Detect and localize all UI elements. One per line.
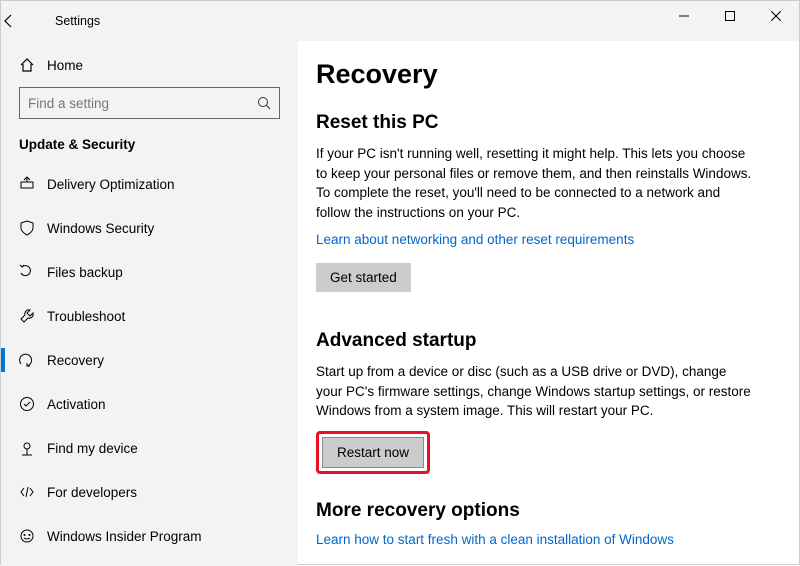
more-link[interactable]: Learn how to start fresh with a clean in… bbox=[316, 532, 674, 547]
sidebar-item-label: Find my device bbox=[47, 441, 138, 456]
get-started-button[interactable]: Get started bbox=[316, 263, 411, 292]
sidebar-item-label: Activation bbox=[47, 397, 106, 412]
reset-link[interactable]: Learn about networking and other reset r… bbox=[316, 232, 634, 247]
recovery-icon bbox=[19, 352, 47, 368]
close-button[interactable] bbox=[753, 1, 799, 31]
sidebar-item-label: Delivery Optimization bbox=[47, 177, 175, 192]
check-circle-icon bbox=[19, 396, 47, 412]
more-heading: More recovery options bbox=[316, 500, 769, 522]
sidebar-item-recovery[interactable]: Recovery bbox=[1, 338, 298, 382]
sidebar-item-label: Troubleshoot bbox=[47, 309, 125, 324]
sidebar-item-label: Files backup bbox=[47, 265, 123, 280]
home-label: Home bbox=[47, 58, 83, 73]
sidebar-item-windows-insider[interactable]: Windows Insider Program bbox=[1, 514, 298, 558]
reset-body: If your PC isn't running well, resetting… bbox=[316, 144, 756, 222]
more-section: More recovery options Learn how to start… bbox=[316, 500, 769, 563]
sidebar-item-find-my-device[interactable]: Find my device bbox=[1, 426, 298, 470]
delivery-icon bbox=[19, 176, 47, 192]
sidebar-item-files-backup[interactable]: Files backup bbox=[1, 250, 298, 294]
sidebar-item-for-developers[interactable]: For developers bbox=[1, 470, 298, 514]
sidebar-item-label: Recovery bbox=[47, 353, 104, 368]
advanced-section: Advanced startup Start up from a device … bbox=[316, 330, 769, 474]
search-placeholder: Find a setting bbox=[28, 96, 109, 111]
highlight-annotation: Restart now bbox=[316, 431, 430, 474]
location-icon bbox=[19, 440, 47, 456]
home-nav[interactable]: Home bbox=[1, 45, 298, 85]
sidebar: Home Find a setting Update & Security De… bbox=[1, 41, 298, 566]
restart-now-button[interactable]: Restart now bbox=[322, 437, 424, 468]
titlebar: Settings bbox=[1, 1, 799, 41]
page-title: Recovery bbox=[316, 59, 769, 90]
back-button[interactable] bbox=[1, 13, 41, 29]
sidebar-item-windows-security[interactable]: Windows Security bbox=[1, 206, 298, 250]
sidebar-item-troubleshoot[interactable]: Troubleshoot bbox=[1, 294, 298, 338]
minimize-button[interactable] bbox=[661, 1, 707, 31]
advanced-heading: Advanced startup bbox=[316, 330, 769, 352]
insider-icon bbox=[19, 528, 47, 544]
home-icon bbox=[19, 57, 47, 73]
advanced-body: Start up from a device or disc (such as … bbox=[316, 362, 756, 421]
wrench-icon bbox=[19, 308, 47, 324]
sidebar-item-delivery-optimization[interactable]: Delivery Optimization bbox=[1, 162, 298, 206]
group-header: Update & Security bbox=[1, 129, 298, 162]
maximize-button[interactable] bbox=[707, 1, 753, 31]
reset-section: Reset this PC If your PC isn't running w… bbox=[316, 112, 769, 322]
sidebar-item-label: Windows Security bbox=[47, 221, 154, 236]
reset-heading: Reset this PC bbox=[316, 112, 769, 134]
developer-icon bbox=[19, 484, 47, 500]
backup-icon bbox=[19, 264, 47, 280]
search-input[interactable]: Find a setting bbox=[19, 87, 280, 119]
shield-icon bbox=[19, 220, 47, 236]
sidebar-item-label: For developers bbox=[47, 485, 137, 500]
content-area: Recovery Reset this PC If your PC isn't … bbox=[298, 41, 799, 566]
window-title: Settings bbox=[55, 14, 100, 28]
sidebar-item-activation[interactable]: Activation bbox=[1, 382, 298, 426]
sidebar-item-label: Windows Insider Program bbox=[47, 529, 202, 544]
search-icon bbox=[257, 96, 271, 110]
